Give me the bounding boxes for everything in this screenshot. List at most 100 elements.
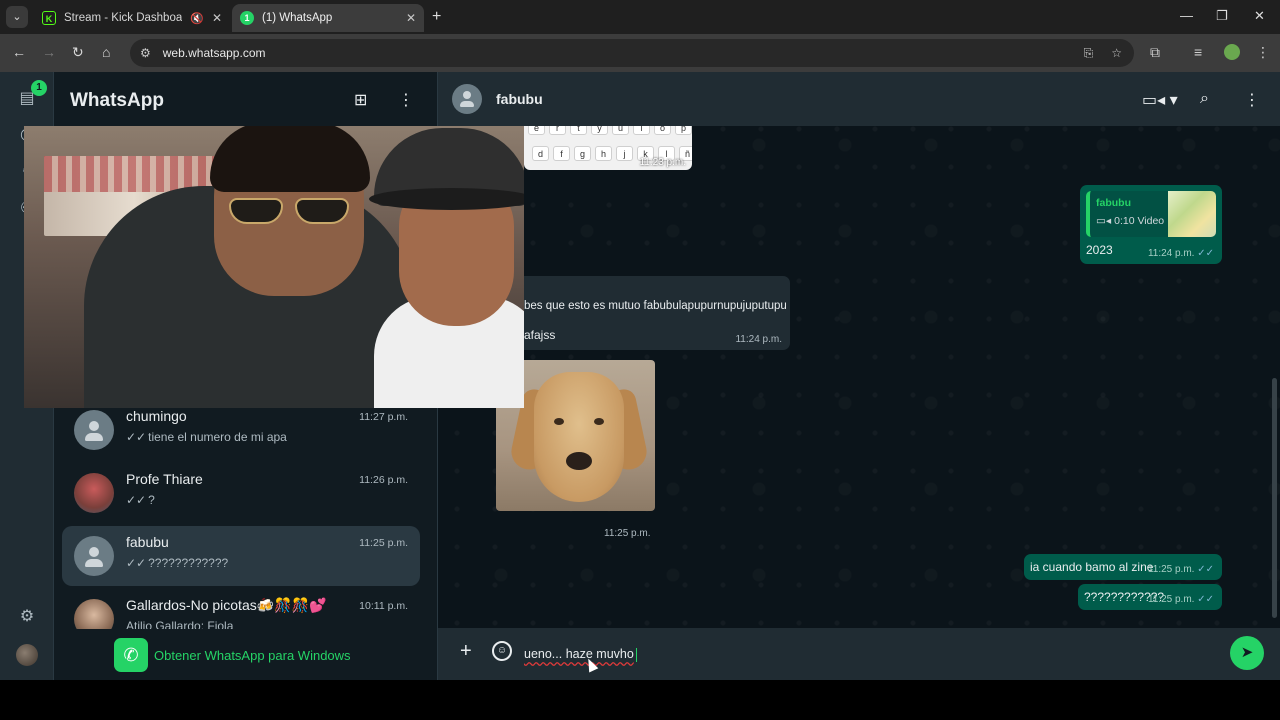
tab-title: (1) WhatsApp <box>262 12 333 24</box>
message-text: 2023 <box>1086 243 1113 257</box>
whatsapp-logo-icon: ✆ <box>114 638 148 672</box>
media-control-icon[interactable]: ≡ <box>1194 44 1202 60</box>
chat-list-item[interactable]: chumingo 11:27 p.m. ✓✓ tiene el numero de… <box>62 400 420 460</box>
browser-menu-icon[interactable]: ⋮ <box>1256 44 1270 61</box>
contact-name[interactable]: fabubu <box>496 91 543 107</box>
browser-tab-bar: ⌄ K Stream - Kick Dashboard 🔇 ✕ 1 (1) Wh… <box>0 0 1280 34</box>
chat-name: chumingo <box>126 408 187 424</box>
message-meta: 11:25 p.m. ✓✓ <box>1147 594 1214 605</box>
tab-title: Stream - Kick Dashboard <box>64 12 183 24</box>
my-profile-avatar[interactable] <box>16 644 38 666</box>
kick-favicon-icon: K <box>42 11 56 25</box>
site-info-icon[interactable]: ⚙ <box>140 46 151 60</box>
sunglasses <box>229 198 349 224</box>
settings-gear-icon[interactable]: ⚙ <box>16 606 38 628</box>
url-text: web.whatsapp.com <box>162 46 266 60</box>
double-check-icon: ✓✓ <box>1197 564 1214 575</box>
chat-preview: ✓✓? <box>126 493 155 507</box>
double-check-icon: ✓✓ <box>126 493 147 507</box>
browser-toolbar: ← → ↻ ⌂ ⚙ web.whatsapp.com ⎘ ☆ ⧉ ≡ ⋮ <box>0 34 1280 72</box>
dog-eye <box>594 418 604 425</box>
video-thumbnail <box>1168 191 1216 237</box>
install-app-icon[interactable]: ⎘ <box>1084 46 1094 61</box>
chat-preview: ✓✓ tiene el numero de mi apa <box>126 430 287 444</box>
close-tab-icon[interactable]: ✕ <box>212 11 222 25</box>
maximize-icon[interactable]: ❐ <box>1216 8 1228 24</box>
chat-time: 11:26 p.m. <box>359 474 408 486</box>
tab-search-icon[interactable]: ⌄ <box>6 6 28 28</box>
unread-badge: 1 <box>31 80 47 96</box>
contact-avatar-icon[interactable] <box>452 84 482 114</box>
video-camera-icon: ▭◂ <box>1096 215 1112 227</box>
chat-preview: Atilio Gallardo: Fiola <box>126 619 234 629</box>
message-composer: + ☺ ueno... haze muvho ➤ <box>438 628 1280 680</box>
message-time: 11:23 p.m. <box>639 157 686 168</box>
double-check-icon: ✓✓ <box>1197 248 1214 259</box>
quoted-video-label: ▭◂ 0:10 Video <box>1096 215 1165 227</box>
address-bar[interactable]: ⚙ web.whatsapp.com ⎘ ☆ <box>130 39 1134 67</box>
message-meta: 11:24 p.m. ✓✓ <box>1147 248 1214 259</box>
chat-list-item[interactable]: Gallardos-No picotas🍻🎊🎊💕 10:11 p.m. Atil… <box>62 589 420 629</box>
message-text: bes que esto es mutuo fabubulapupurnupuj… <box>524 300 787 312</box>
chat-time: 11:27 p.m. <box>359 411 408 423</box>
message-input[interactable]: ueno... haze muvho <box>524 639 1214 669</box>
video-call-icon[interactable]: ▭◂ ▾ <box>1142 90 1178 110</box>
conversation-menu-icon[interactable]: ⋮ <box>1244 90 1260 110</box>
search-icon[interactable]: ⌕ <box>1200 90 1209 108</box>
double-check-icon: ✓✓ <box>126 556 147 570</box>
message-text: afajss <box>524 328 556 342</box>
forward-icon[interactable]: → <box>42 44 56 60</box>
outgoing-text-message[interactable]: ???????????? 11:25 p.m. ✓✓ <box>1078 584 1222 610</box>
quoted-video[interactable]: fabubu ▭◂ 0:10 Video <box>1086 191 1216 237</box>
attach-plus-icon[interactable]: + <box>460 640 472 663</box>
conversation-panel: fabubu ▭◂ ▾ ⌕ ⋮ ertyuiop dfghjklñ 11:23 … <box>438 72 1280 680</box>
default-avatar-icon <box>74 410 114 450</box>
back-icon[interactable]: ← <box>12 44 26 60</box>
home-icon[interactable]: ⌂ <box>102 44 110 60</box>
group-avatar <box>74 599 114 629</box>
conversation-scrollbar[interactable] <box>1272 378 1277 618</box>
chat-preview: ✓✓???????????? <box>126 556 229 570</box>
muted-speaker-icon[interactable]: 🔇 <box>190 12 204 25</box>
whatsapp-favicon-icon: 1 <box>240 11 254 25</box>
incoming-text-message[interactable]: bes que esto es mutuo fabubulapupurnupuj… <box>516 276 790 350</box>
new-tab-icon[interactable]: + <box>432 8 441 26</box>
webcam-overlay <box>24 126 524 408</box>
send-icon[interactable]: ➤ <box>1230 636 1264 670</box>
reload-icon[interactable]: ↻ <box>72 44 84 61</box>
close-tab-icon[interactable]: ✕ <box>406 11 416 25</box>
dog-head <box>534 372 624 502</box>
cap-brim <box>369 188 524 210</box>
double-check-icon: ✓✓ <box>1197 594 1214 605</box>
profile-avatar-icon[interactable] <box>1224 44 1240 60</box>
message-meta: 11:25 p.m. ✓✓ <box>1147 564 1214 575</box>
tab-whatsapp[interactable]: 1 (1) WhatsApp ✕ <box>232 4 424 32</box>
new-chat-icon[interactable]: ⊞ <box>354 90 367 110</box>
message-text: ia cuando bamo al zine <box>1030 560 1154 574</box>
chat-name: Gallardos-No picotas🍻🎊🎊💕 <box>126 597 327 613</box>
chat-name: Profe Thiare <box>126 471 203 487</box>
bookmark-star-icon[interactable]: ☆ <box>1111 46 1122 61</box>
default-avatar-icon <box>74 536 114 576</box>
get-app-label: Obtener WhatsApp para Windows <box>154 647 351 663</box>
double-check-icon: ✓✓ <box>126 430 147 444</box>
chat-list-item-active[interactable]: fabubu 11:25 p.m. ✓✓???????????? <box>62 526 420 586</box>
dog-eye <box>554 418 564 425</box>
sticker-emoji-icon[interactable]: ☺ <box>492 641 512 661</box>
chat-list-item[interactable]: Profe Thiare 11:26 p.m. ✓✓? <box>62 463 420 523</box>
extensions-icon[interactable]: ⧉ <box>1150 44 1160 61</box>
outgoing-text-message[interactable]: ia cuando bamo al zine 11:25 p.m. ✓✓ <box>1024 554 1222 580</box>
chat-time: 11:25 p.m. <box>359 537 408 549</box>
conversation-header[interactable]: fabubu ▭◂ ▾ ⌕ ⋮ <box>438 72 1280 126</box>
video-reply-message[interactable]: fabubu ▭◂ 0:10 Video 2023 11:24 p.m. ✓✓ <box>1080 185 1222 264</box>
tab-kick-dashboard[interactable]: K Stream - Kick Dashboard 🔇 ✕ <box>34 4 230 32</box>
text-caret <box>635 647 637 662</box>
keyboard-image-message[interactable]: ertyuiop dfghjklñ 11:23 p.m. <box>524 126 692 170</box>
get-windows-app-banner[interactable]: ✆ Obtener WhatsApp para Windows <box>114 638 351 672</box>
chat-time: 10:11 p.m. <box>359 600 408 612</box>
contact-avatar <box>74 473 114 513</box>
sidebar-menu-icon[interactable]: ⋮ <box>398 90 414 110</box>
person-left-hair <box>210 126 370 192</box>
window-close-icon[interactable]: ✕ <box>1254 8 1265 24</box>
minimize-icon[interactable]: — <box>1180 8 1193 23</box>
